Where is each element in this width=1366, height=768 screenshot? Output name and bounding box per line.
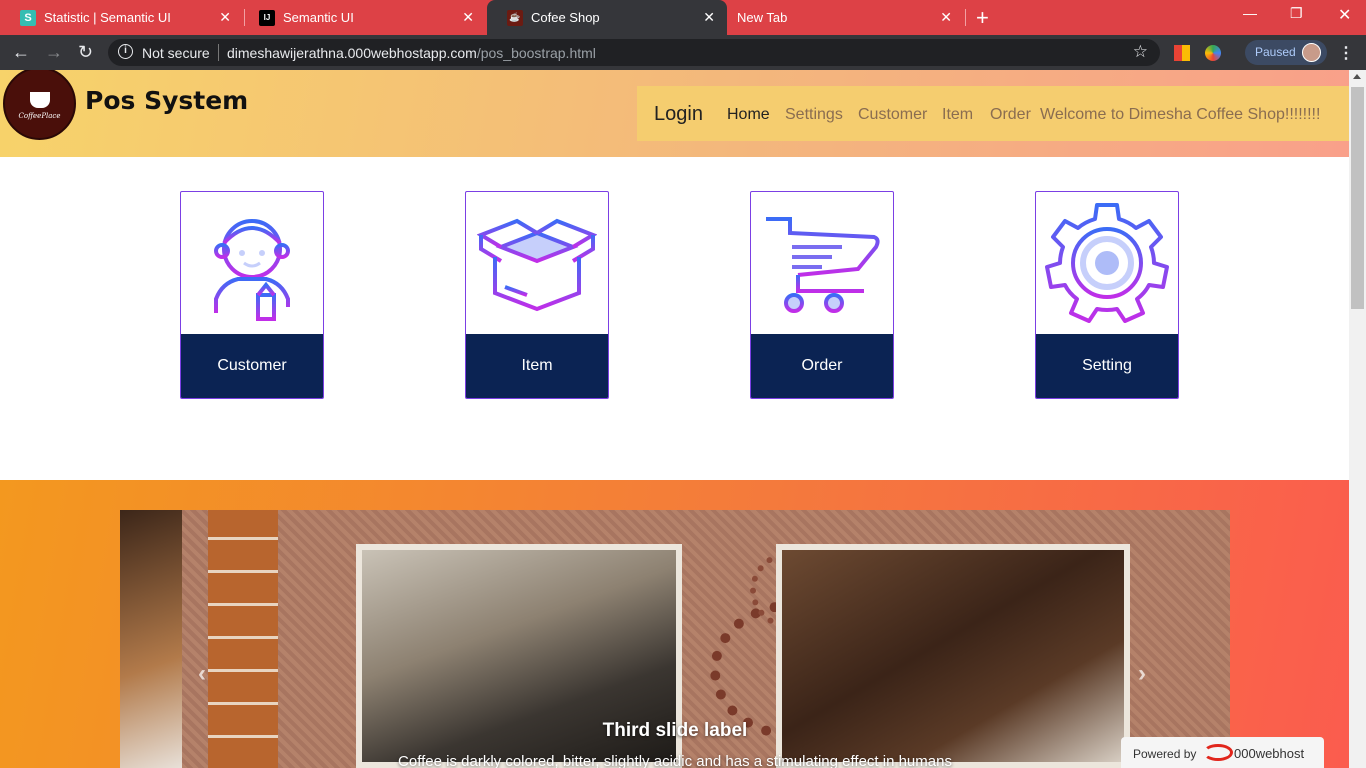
coffee-place-logo[interactable]: CoffeePlace [3, 70, 76, 140]
close-tab-icon[interactable]: ✕ [940, 9, 952, 26]
semantic-favicon-icon: S [20, 9, 36, 26]
welcome-text: Welcome to Dimesha Coffee Shop!!!!!!!! [1040, 106, 1321, 123]
bookmark-star-icon[interactable]: ☆ [1133, 42, 1148, 62]
minimize-icon[interactable]: — [1243, 5, 1257, 21]
info-icon[interactable]: i [118, 44, 133, 59]
card-label: Customer [181, 334, 323, 398]
color-picker-extension-icon[interactable] [1205, 45, 1221, 61]
security-label: Not secure [142, 45, 210, 61]
profile-avatar [1302, 43, 1321, 62]
main-nav: Login Home Settings Customer Item Order … [637, 86, 1349, 141]
close-tab-icon[interactable]: ✕ [219, 9, 231, 26]
carousel-next-icon[interactable]: › [1138, 660, 1146, 688]
address-toolbar: ← → ↻ i Not secure dimeshawijerathna.000… [0, 35, 1366, 70]
logo-text: CoffeePlace [18, 111, 61, 120]
tab-title: Cofee Shop [531, 10, 600, 25]
card-label: Item [466, 334, 608, 398]
scroll-up-icon[interactable] [1353, 74, 1361, 79]
tab-title: Statistic | Semantic UI [44, 10, 171, 25]
tab-statistic[interactable]: S Statistic | Semantic UI ✕ [0, 0, 243, 35]
scrollbar-thumb[interactable] [1351, 87, 1364, 309]
slide-caption-text: Coffee is darkly colored, bitter, slight… [398, 753, 952, 768]
powered-by-text: Powered by [1133, 747, 1197, 761]
address-bar[interactable]: i Not secure dimeshawijerathna.000webhos… [108, 39, 1160, 66]
coffee-cup-icon [29, 91, 50, 108]
tab-semantic-ui[interactable]: IJ Semantic UI ✕ [239, 0, 486, 35]
site-header: CoffeePlace Pos System Login Home Settin… [0, 70, 1349, 157]
item-card[interactable]: Item [465, 191, 609, 399]
setting-card[interactable]: Setting [1035, 191, 1179, 399]
back-arrow-icon[interactable]: ← [12, 42, 30, 63]
image-carousel: ‹ › Third slide label Coffee is darkly c… [120, 510, 1230, 768]
window-close-icon[interactable]: ✕ [1338, 5, 1351, 25]
order-card[interactable]: Order [750, 191, 894, 399]
host-name: 000webhost [1234, 746, 1305, 761]
tab-title: New Tab [737, 10, 788, 25]
customer-card[interactable]: Customer [180, 191, 324, 399]
cart-icon [751, 192, 893, 334]
carousel-section: ‹ › Third slide label Coffee is darkly c… [0, 480, 1349, 768]
profile-status: Paused [1255, 45, 1296, 59]
coffee-favicon-icon: ☕ [507, 9, 523, 26]
gear-icon [1036, 192, 1178, 334]
close-tab-icon[interactable]: ✕ [462, 9, 474, 26]
omnibox-divider [218, 44, 219, 61]
nav-item-item[interactable]: Item [942, 106, 973, 124]
extension-icon[interactable] [1174, 45, 1190, 61]
restore-icon[interactable]: ❐ [1290, 5, 1303, 22]
reload-icon[interactable]: ↻ [78, 42, 93, 63]
page-viewport: CoffeePlace Pos System Login Home Settin… [0, 70, 1349, 768]
forward-arrow-icon[interactable]: → [45, 42, 63, 63]
url-text[interactable]: dimeshawijerathna.000webhostapp.com/pos_… [227, 45, 596, 61]
tab-new-tab[interactable]: New Tab ✕ [716, 0, 964, 35]
nav-item-order[interactable]: Order [990, 106, 1031, 124]
nav-item-settings[interactable]: Settings [785, 106, 843, 124]
tab-cofee-shop[interactable]: ☕ Cofee Shop ✕ [487, 0, 727, 35]
carousel-prev-icon[interactable]: ‹ [198, 660, 206, 688]
nav-item-customer[interactable]: Customer [858, 106, 927, 124]
card-label: Setting [1036, 334, 1178, 398]
url-host: dimeshawijerathna.000webhostapp.com [227, 45, 477, 61]
powered-by-badge[interactable]: Powered by 000webhost [1121, 737, 1324, 768]
tab-separator [965, 9, 966, 26]
card-label: Order [751, 334, 893, 398]
new-tab-plus-icon[interactable]: + [976, 5, 989, 31]
intellij-favicon-icon: IJ [259, 9, 275, 26]
profile-paused-button[interactable]: Paused [1245, 40, 1327, 65]
000webhost-logo-icon [1203, 744, 1233, 761]
nav-item-home[interactable]: Home [727, 106, 770, 124]
tab-title: Semantic UI [283, 10, 354, 25]
page-scrollbar[interactable] [1349, 70, 1366, 768]
slide-caption-title: Third slide label [602, 720, 748, 741]
brand-title: Pos System [85, 86, 249, 115]
url-path: /pos_boostrap.html [476, 45, 596, 61]
close-tab-icon[interactable]: ✕ [703, 9, 715, 26]
login-link[interactable]: Login [654, 103, 703, 126]
browser-tab-strip: S Statistic | Semantic UI ✕ IJ Semantic … [0, 0, 1366, 35]
customer-icon [181, 192, 323, 334]
box-icon [466, 192, 608, 334]
browser-menu-icon[interactable]: ⋮ [1338, 43, 1354, 63]
